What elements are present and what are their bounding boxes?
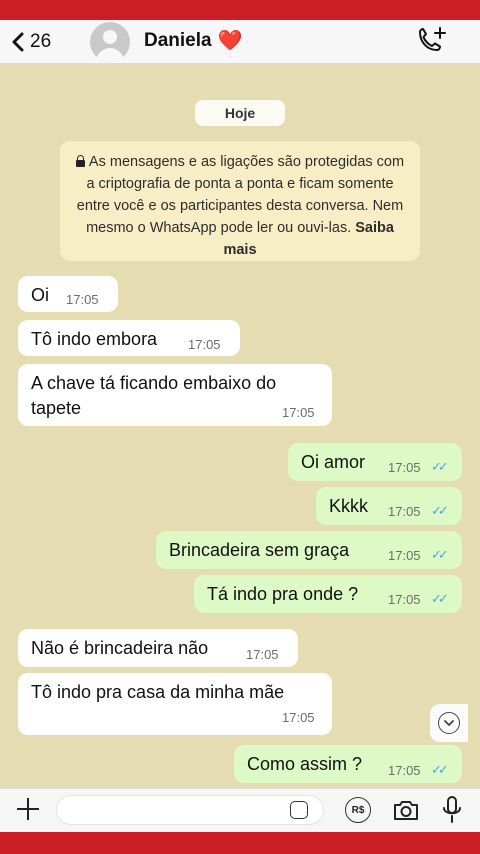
message-input-bar: R$ — [0, 788, 480, 832]
contact-avatar[interactable] — [90, 22, 130, 62]
message-bubble-incoming[interactable]: Tô indo pra casa da minha mãe 17:05 — [18, 673, 332, 735]
read-ticks-icon: ✓✓ — [431, 459, 449, 474]
unread-count: 26 — [30, 31, 52, 52]
message-text: Não é brincadeira não — [31, 638, 209, 658]
contact-name[interactable]: Daniela ❤️ — [144, 28, 243, 53]
date-chip: Hoje — [195, 100, 285, 126]
message-bubble-incoming[interactable]: Não é brincadeira não 17:05 — [18, 629, 298, 667]
scroll-to-bottom-button[interactable] — [430, 704, 468, 742]
add-call-icon[interactable] — [414, 26, 448, 58]
read-ticks-icon: ✓✓ — [431, 503, 449, 518]
message-text-line2: tapete — [31, 398, 82, 418]
bottom-frame-border — [0, 832, 480, 854]
contact-name-text: Daniela — [144, 29, 212, 51]
message-time: 17:05 — [388, 763, 421, 778]
message-text: A chave tá ficando embaixo do — [31, 373, 277, 393]
chat-header: 26 Daniela ❤️ — [0, 20, 480, 64]
message-text: Oi — [31, 285, 49, 305]
back-button[interactable]: 26 — [12, 26, 51, 58]
payment-icon[interactable]: R$ — [345, 797, 371, 823]
message-bubble-outgoing[interactable]: Tá indo pra onde ? 17:05 ✓✓ — [194, 575, 462, 613]
avatar-body-shape — [96, 48, 124, 62]
message-time: 17:05 — [388, 504, 421, 519]
top-frame-border — [0, 0, 480, 20]
message-time: 17:05 — [388, 460, 421, 475]
message-time: 17:05 — [282, 405, 315, 420]
message-bubble-outgoing[interactable]: Como assim ? 17:05 ✓✓ — [234, 745, 462, 783]
heart-emoji: ❤️ — [217, 30, 243, 52]
message-bubble-outgoing[interactable]: Oi amor 17:05 ✓✓ — [288, 443, 462, 481]
microphone-icon[interactable] — [442, 795, 462, 825]
message-bubble-incoming[interactable]: Tô indo embora 17:05 — [18, 320, 240, 356]
message-bubble-incoming[interactable]: A chave tá ficando embaixo do tapete 17:… — [18, 364, 332, 426]
message-text: Tá indo pra onde ? — [207, 584, 359, 604]
message-time: 17:05 — [282, 710, 315, 725]
message-input[interactable] — [56, 795, 324, 825]
message-text: Brincadeira sem graça — [169, 540, 350, 560]
chevron-left-icon — [12, 32, 24, 52]
chevron-down-icon — [438, 712, 460, 734]
message-time: 17:05 — [188, 337, 221, 352]
message-text: Oi amor — [301, 452, 366, 472]
read-ticks-icon: ✓✓ — [431, 547, 449, 562]
avatar-head-shape — [103, 30, 117, 44]
message-time: 17:05 — [66, 292, 99, 307]
message-text: Tô indo embora — [31, 329, 158, 349]
message-time: 17:05 — [388, 548, 421, 563]
message-text: Kkkk — [329, 496, 369, 516]
camera-icon[interactable] — [392, 797, 420, 823]
chat-area[interactable]: Hoje As mensagens e as ligações são prot… — [0, 64, 480, 788]
message-text: Tô indo pra casa da minha mãe — [31, 682, 285, 702]
message-bubble-outgoing[interactable]: Brincadeira sem graça 17:05 ✓✓ — [156, 531, 462, 569]
message-bubble-incoming[interactable]: Oi 17:05 — [18, 276, 118, 312]
message-bubble-outgoing[interactable]: Kkkk 17:05 ✓✓ — [316, 487, 462, 525]
read-ticks-icon: ✓✓ — [431, 591, 449, 606]
message-text: Como assim ? — [247, 754, 363, 774]
sticker-icon[interactable] — [290, 801, 308, 819]
encryption-notice[interactable]: As mensagens e as ligações são protegida… — [60, 141, 420, 261]
attach-plus-icon[interactable] — [14, 795, 42, 823]
message-time: 17:05 — [246, 647, 279, 662]
message-time: 17:05 — [388, 592, 421, 607]
chevron-down-glyph — [444, 719, 454, 726]
read-ticks-icon: ✓✓ — [431, 762, 449, 777]
lock-icon — [75, 155, 85, 167]
